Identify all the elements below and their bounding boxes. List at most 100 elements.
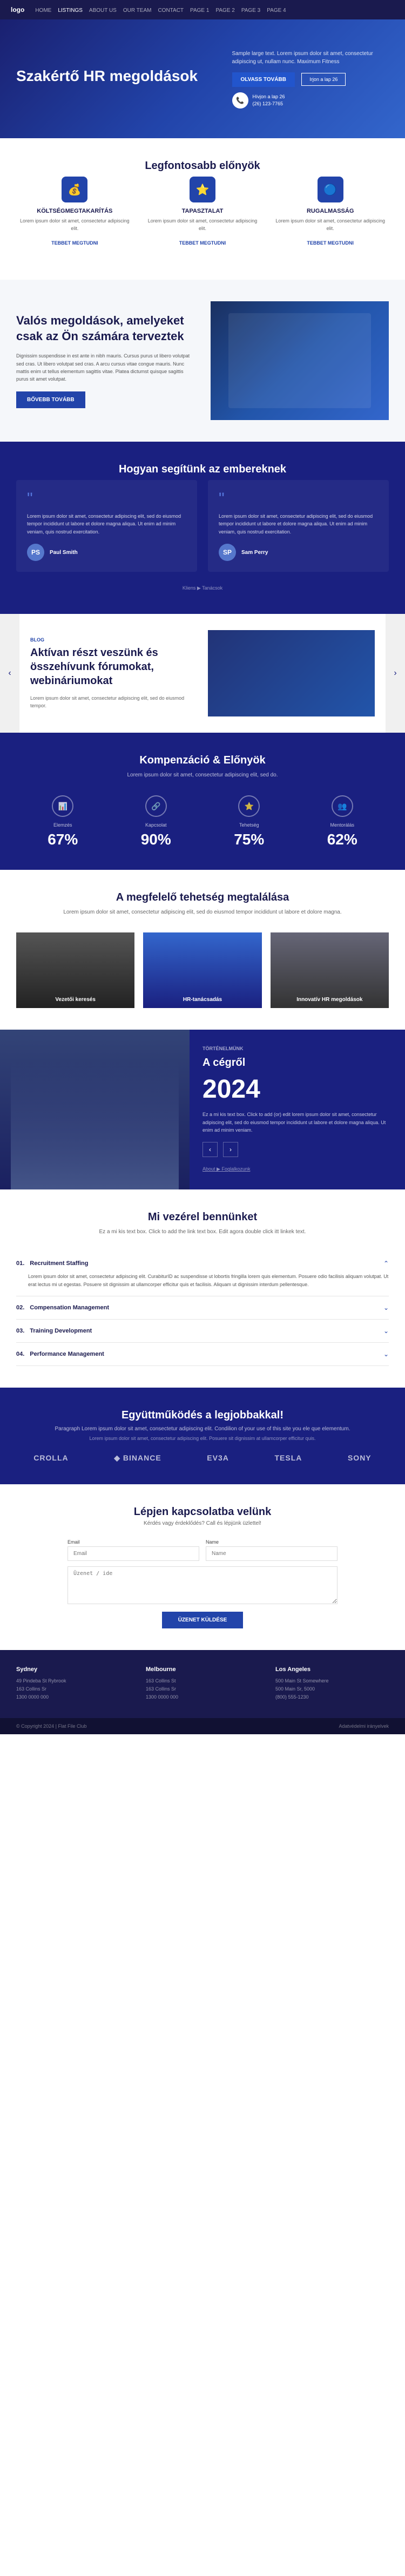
comp-icon-2: ⭐: [238, 795, 260, 817]
footer-col-0: Sydney 49 Pindeba St Rybrook 163 Collins…: [16, 1666, 130, 1702]
testimonials-title: Hogyan segítünk az embereknek: [16, 463, 389, 476]
about-link[interactable]: About ▶ Foglalkozunk: [202, 1166, 250, 1172]
faq-question-0[interactable]: 01. Recruitment Staffing ⌃: [16, 1260, 389, 1267]
submit-button[interactable]: ÜZENET KÜLDÉSE: [162, 1612, 244, 1628]
nav-item-page2[interactable]: PAGE 2: [215, 5, 234, 15]
faq-question-1[interactable]: 02. Compensation Management ⌄: [16, 1304, 389, 1311]
nav-item-home[interactable]: HOME: [35, 5, 51, 15]
benefit-icon-1: ⭐: [190, 177, 215, 202]
about-image: [0, 1030, 190, 1189]
partners-logos: CROLLA ◆ BINANCE EV3A TESLA SONY: [16, 1453, 389, 1463]
partner-logo-1: ◆ BINANCE: [114, 1453, 161, 1463]
talent-card-img-0: Vezetői keresés: [16, 932, 134, 1008]
hero-right: Sample large text. Lorem ipsum dolor sit…: [221, 50, 389, 109]
faq-q-text-3: Performance Management: [30, 1351, 383, 1357]
author-name-1: Sam Perry: [241, 550, 268, 556]
benefits-section: Legfontosabb előnyök 💰 KÖLTSÉGMEGTAKARÍT…: [0, 138, 405, 280]
real-solutions-body: Dignissim suspendisse in est ante in nib…: [16, 352, 194, 383]
testimonial-author-0: PS Paul Smith: [27, 544, 186, 561]
comp-icon-3: 👥: [332, 795, 353, 817]
about-prev-arrow[interactable]: ‹: [202, 1142, 218, 1157]
talent-grid: Vezetői keresés HR-tanácsadás Innovatív …: [16, 932, 389, 1008]
comp-item-3: 👥 Mentorálás 62%: [296, 795, 389, 848]
nav-item-page4[interactable]: PAGE 4: [267, 5, 286, 15]
benefit-link-0[interactable]: TEBBET MEGTUDNI: [51, 240, 98, 246]
compensation-subtitle: Lorem ipsum dolor sit amet, consectetur …: [16, 771, 389, 779]
footer-address-1: 163 Collins St 163 Collins Sr 1300 0000 …: [146, 1677, 259, 1702]
author-name-0: Paul Smith: [50, 550, 78, 556]
testimonials-nav-link[interactable]: Kliens ▶ Tanácsok: [183, 585, 222, 591]
faq-question-2[interactable]: 03. Training Development ⌄: [16, 1327, 389, 1335]
read-more-button[interactable]: OLVASS TOVÁBB: [232, 72, 295, 87]
talent-card-2[interactable]: Innovatív HR megoldások: [271, 932, 389, 1008]
benefit-title-0: KÖLTSÉGMEGTAKARÍTÁS: [16, 208, 133, 214]
talent-card-0[interactable]: Vezetői keresés: [16, 932, 134, 1008]
about-inner: TÖRTÉNELMÜNK A cégről 2024 Ez a mi kis t…: [0, 1030, 405, 1189]
hero-section: Szakértő HR megoldások Sample large text…: [0, 19, 405, 138]
nav-item-listings[interactable]: LISTINGS: [58, 5, 83, 15]
nav-logo[interactable]: logo: [11, 6, 24, 13]
name-input[interactable]: [206, 1546, 338, 1561]
contact-form: Email Name ÜZENET KÜLDÉSE: [68, 1539, 338, 1628]
benefit-link-1[interactable]: TEBBET MEGTUDNI: [179, 240, 226, 246]
nav-item-page3[interactable]: PAGE 3: [241, 5, 260, 15]
slider-inner: ‹ BLOG Aktívan részt veszünk és összehív…: [0, 614, 405, 733]
nav-item-team[interactable]: OUR TEAM: [123, 5, 152, 15]
faq-chevron-1: ⌄: [383, 1304, 389, 1311]
faq-item-3: 04. Performance Management ⌄: [16, 1343, 389, 1366]
faq-chevron-3: ⌄: [383, 1350, 389, 1358]
benefit-text-2: Lorem ipsum dolor sit amet, consectetur …: [272, 218, 389, 232]
comp-item-1: 🔗 Kapcsolat 90%: [110, 795, 203, 848]
faq-question-3[interactable]: 04. Performance Management ⌄: [16, 1350, 389, 1358]
comp-percent-2: 75%: [202, 831, 296, 848]
talent-section: A megfelelő tehetség megtalálása Lorem i…: [0, 870, 405, 1030]
prev-arrow[interactable]: ‹: [0, 614, 19, 733]
nav-item-contact[interactable]: CONTACT: [158, 5, 184, 15]
quote-mark-1: ": [219, 491, 378, 507]
faq-number-3: 04.: [16, 1351, 24, 1357]
footer-copyright: © Copyright 2024 | Flat File Club: [16, 1723, 87, 1729]
benefit-icon-2: 🔵: [318, 177, 343, 202]
footer-city-2: Los Angeles: [275, 1666, 389, 1673]
benefit-icon-0: 💰: [62, 177, 87, 202]
nav-item-page1[interactable]: PAGE 1: [190, 5, 209, 15]
contact-button[interactable]: Irjon a lap 26: [301, 73, 346, 86]
about-next-arrow[interactable]: ›: [223, 1142, 238, 1157]
testimonial-card-0: " Lorem ipsum dolor sit amet, consectetu…: [16, 480, 197, 572]
comp-label-0: Elemzés: [16, 822, 110, 828]
real-solutions-section: Valós megoldások, amelyeket csak az Ön s…: [0, 280, 405, 442]
comp-label-3: Mentorálás: [296, 822, 389, 828]
compensation-section: Kompenzáció & Előnyök Lorem ipsum dolor …: [0, 733, 405, 870]
privacy-policy-link[interactable]: Adatvédelmi irányelvek: [339, 1723, 389, 1729]
talent-card-img-2: Innovatív HR megoldások: [271, 932, 389, 1008]
faq-item-1: 02. Compensation Management ⌄: [16, 1296, 389, 1320]
faq-item-2: 03. Training Development ⌄: [16, 1320, 389, 1343]
next-arrow[interactable]: ›: [386, 614, 405, 733]
footer-city-0: Sydney: [16, 1666, 130, 1673]
nav-item-about[interactable]: ABOUT US: [89, 5, 117, 15]
solutions-btn[interactable]: BŐVEBB TOVÁBB: [16, 391, 85, 408]
comp-label-2: Tehetség: [202, 822, 296, 828]
building-photo: [0, 1030, 190, 1189]
faq-section: Mi vezérel bennünket Ez a mi kis text bo…: [0, 1189, 405, 1388]
about-section-title: A cégről: [202, 1057, 392, 1069]
hero-phone: 📞 Hívjon a lap 26 (26) 123-7765: [232, 92, 389, 109]
email-input[interactable]: [68, 1546, 199, 1561]
hero-sample-text: Sample large text. Lorem ipsum dolor sit…: [232, 50, 389, 66]
footer-grid: Sydney 49 Pindeba St Rybrook 163 Collins…: [16, 1666, 389, 1702]
form-row-2: [68, 1566, 338, 1604]
testimonial-text-1: Lorem ipsum dolor sit amet, consectetur …: [219, 512, 378, 536]
testimonial-text-0: Lorem ipsum dolor sit amet, consectetur …: [27, 512, 186, 536]
slider-text: BLOG Aktívan részt veszünk és összehívun…: [30, 637, 197, 710]
email-field-wrapper: Email: [68, 1539, 199, 1561]
comp-percent-1: 90%: [110, 831, 203, 848]
talent-card-1[interactable]: HR-tanácsadás: [143, 932, 261, 1008]
partner-logo-0: CROLLA: [33, 1453, 68, 1462]
comp-label-1: Kapcsolat: [110, 822, 203, 828]
email-label: Email: [68, 1539, 199, 1545]
slider-content: BLOG Aktívan részt veszünk és összehívun…: [19, 614, 386, 733]
comp-icon-1: 🔗: [145, 795, 167, 817]
message-textarea[interactable]: [68, 1566, 338, 1604]
benefit-link-2[interactable]: TEBBET MEGTUDNI: [307, 240, 354, 246]
contact-section: Lépjen kapcsolatba velünk Kérdés vagy ér…: [0, 1484, 405, 1650]
